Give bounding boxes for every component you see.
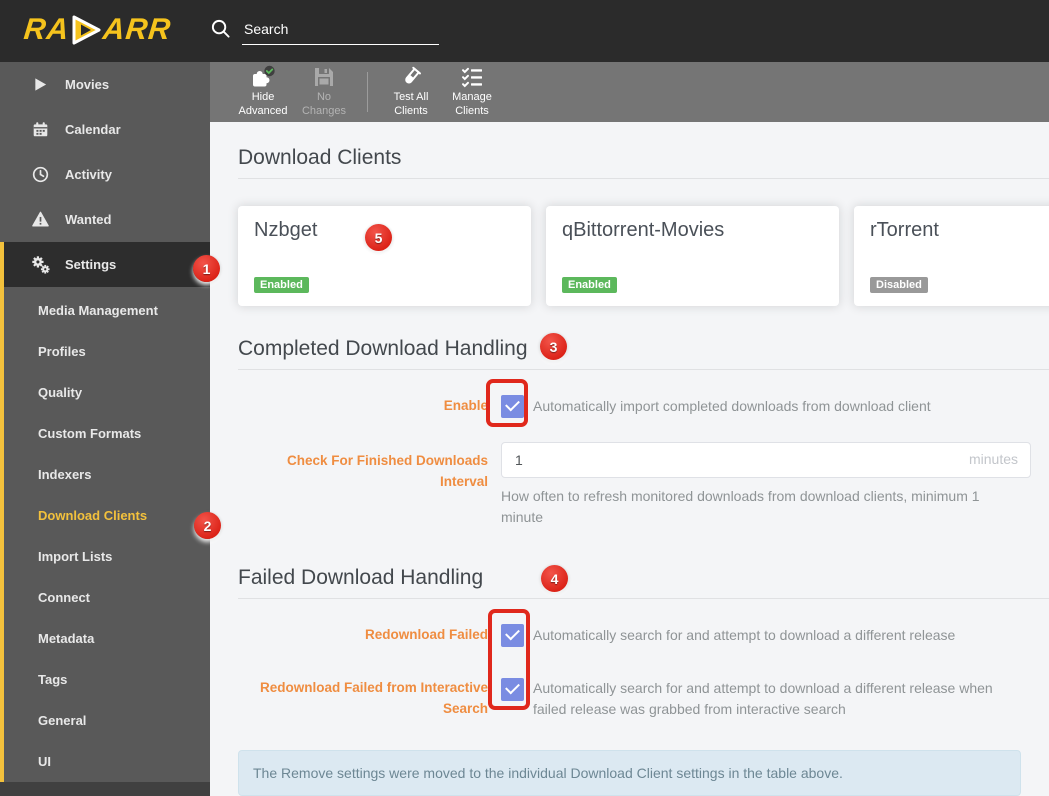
status-badge: Enabled [562,277,617,293]
sidebar-item-indexers[interactable]: Indexers [4,454,210,495]
save-icon [315,68,333,87]
redownload-row: Redownload Failed Automatically search f… [238,624,1049,647]
section-title-failed: Failed Download Handling [238,566,1049,599]
search-icon [211,19,230,38]
redownload-interactive-checkbox[interactable] [501,678,524,701]
sidebar-item-movies[interactable]: Movies [0,62,210,107]
sidebar-item-download-clients[interactable]: Download Clients [4,495,210,536]
sidebar: Movies Calendar Activity Wanted Settings… [0,62,210,796]
sidebar-item-connect[interactable]: Connect [4,577,210,618]
failed-form: Redownload Failed Automatically search f… [238,624,1049,720]
sidebar-item-metadata[interactable]: Metadata [4,618,210,659]
logo-text-left: RA [22,13,72,46]
play-triangle-icon [72,15,101,45]
toolbar: Hide Advanced No Changes Test All Client… [210,62,1049,122]
download-client-cards: Nzbget Enabled qBittorrent-Movies Enable… [238,206,1049,306]
sidebar-footer [0,782,210,796]
enable-row: Enable Automatically import completed do… [238,395,1049,418]
toolbar-separator [367,72,368,112]
sidebar-item-label: Movies [65,77,110,92]
checklist-icon [462,68,482,88]
puzzle-check-icon [253,66,275,87]
notice-box: The Remove settings were moved to the in… [238,750,1021,796]
test-tube-icon [405,67,421,84]
test-all-clients-button[interactable]: Test All Clients [382,65,440,119]
calendar-icon [31,121,50,138]
redownload-interactive-row: Redownload Failed from Interactive Searc… [238,678,1049,720]
sidebar-item-settings[interactable]: Settings [0,242,210,287]
radarr-logo[interactable]: RA ARR [22,13,174,47]
search-input[interactable] [242,21,439,45]
interval-input[interactable] [501,442,1031,478]
enable-checkbox[interactable] [501,395,524,418]
clock-icon [31,166,50,183]
enable-help-text: Automatically import completed downloads… [533,398,931,414]
sidebar-item-profiles[interactable]: Profiles [4,331,210,372]
sidebar-item-label: Activity [65,167,112,182]
settings-content: Download Clients Nzbget Enabled qBittorr… [210,122,1049,796]
sidebar-item-wanted[interactable]: Wanted [0,197,210,242]
sidebar-item-custom-formats[interactable]: Custom Formats [4,413,210,454]
gears-icon [31,255,50,274]
sidebar-item-label: Wanted [65,212,112,227]
sidebar-item-activity[interactable]: Activity [0,152,210,197]
status-badge: Disabled [870,277,928,293]
client-card-qbittorrent[interactable]: qBittorrent-Movies Enabled [546,206,839,306]
completed-form: Enable Automatically import completed do… [238,395,1049,528]
client-name: Nzbget [254,219,318,241]
logo-text-right: ARR [101,13,174,46]
settings-submenu: Media Management Profiles Quality Custom… [0,287,210,782]
radarr-app: RA ARR Movies [0,0,1049,796]
page-title: Download Clients [238,146,1049,179]
form-label-interval: Check For Finished Downloads Interval [286,453,488,489]
sidebar-item-ui[interactable]: UI [4,741,210,782]
redownload-help-text: Automatically search for and attempt to … [533,627,956,643]
top-header: RA ARR [0,0,1049,62]
sidebar-item-media-management[interactable]: Media Management [4,290,210,331]
sidebar-item-calendar[interactable]: Calendar [0,107,210,152]
sidebar-item-general[interactable]: General [4,700,210,741]
status-badge: Enabled [254,277,309,293]
form-label-redownload: Redownload Failed [364,627,488,643]
form-label-redownload-interactive: Redownload Failed from Interactive Searc… [259,680,488,716]
interval-unit: minutes [968,451,1018,467]
save-changes-button[interactable]: No Changes [295,65,353,119]
form-label-enable: Enable [443,398,488,414]
warning-icon [31,211,50,228]
interval-help-text: How often to refresh monitored downloads… [501,488,980,525]
hide-advanced-button[interactable]: Hide Advanced [234,65,292,119]
manage-clients-button[interactable]: Manage Clients [443,65,501,119]
sidebar-item-tags[interactable]: Tags [4,659,210,700]
search-bar [210,18,439,45]
play-icon [31,77,50,92]
sidebar-item-label: Settings [65,257,117,272]
client-card-nzbget[interactable]: Nzbget Enabled [238,206,531,306]
client-name: qBittorrent-Movies [562,219,725,241]
client-card-rtorrent[interactable]: rTorrent Disabled [854,206,1049,306]
section-title-completed: Completed Download Handling [238,337,1049,370]
sidebar-item-label: Calendar [65,122,121,137]
sidebar-item-import-lists[interactable]: Import Lists [4,536,210,577]
interval-row: Check For Finished Downloads Interval mi… [238,442,1049,528]
sidebar-item-quality[interactable]: Quality [4,372,210,413]
redownload-checkbox[interactable] [501,624,524,647]
redownload-interactive-help-text: Automatically search for and attempt to … [533,680,993,717]
client-name: rTorrent [870,219,939,241]
